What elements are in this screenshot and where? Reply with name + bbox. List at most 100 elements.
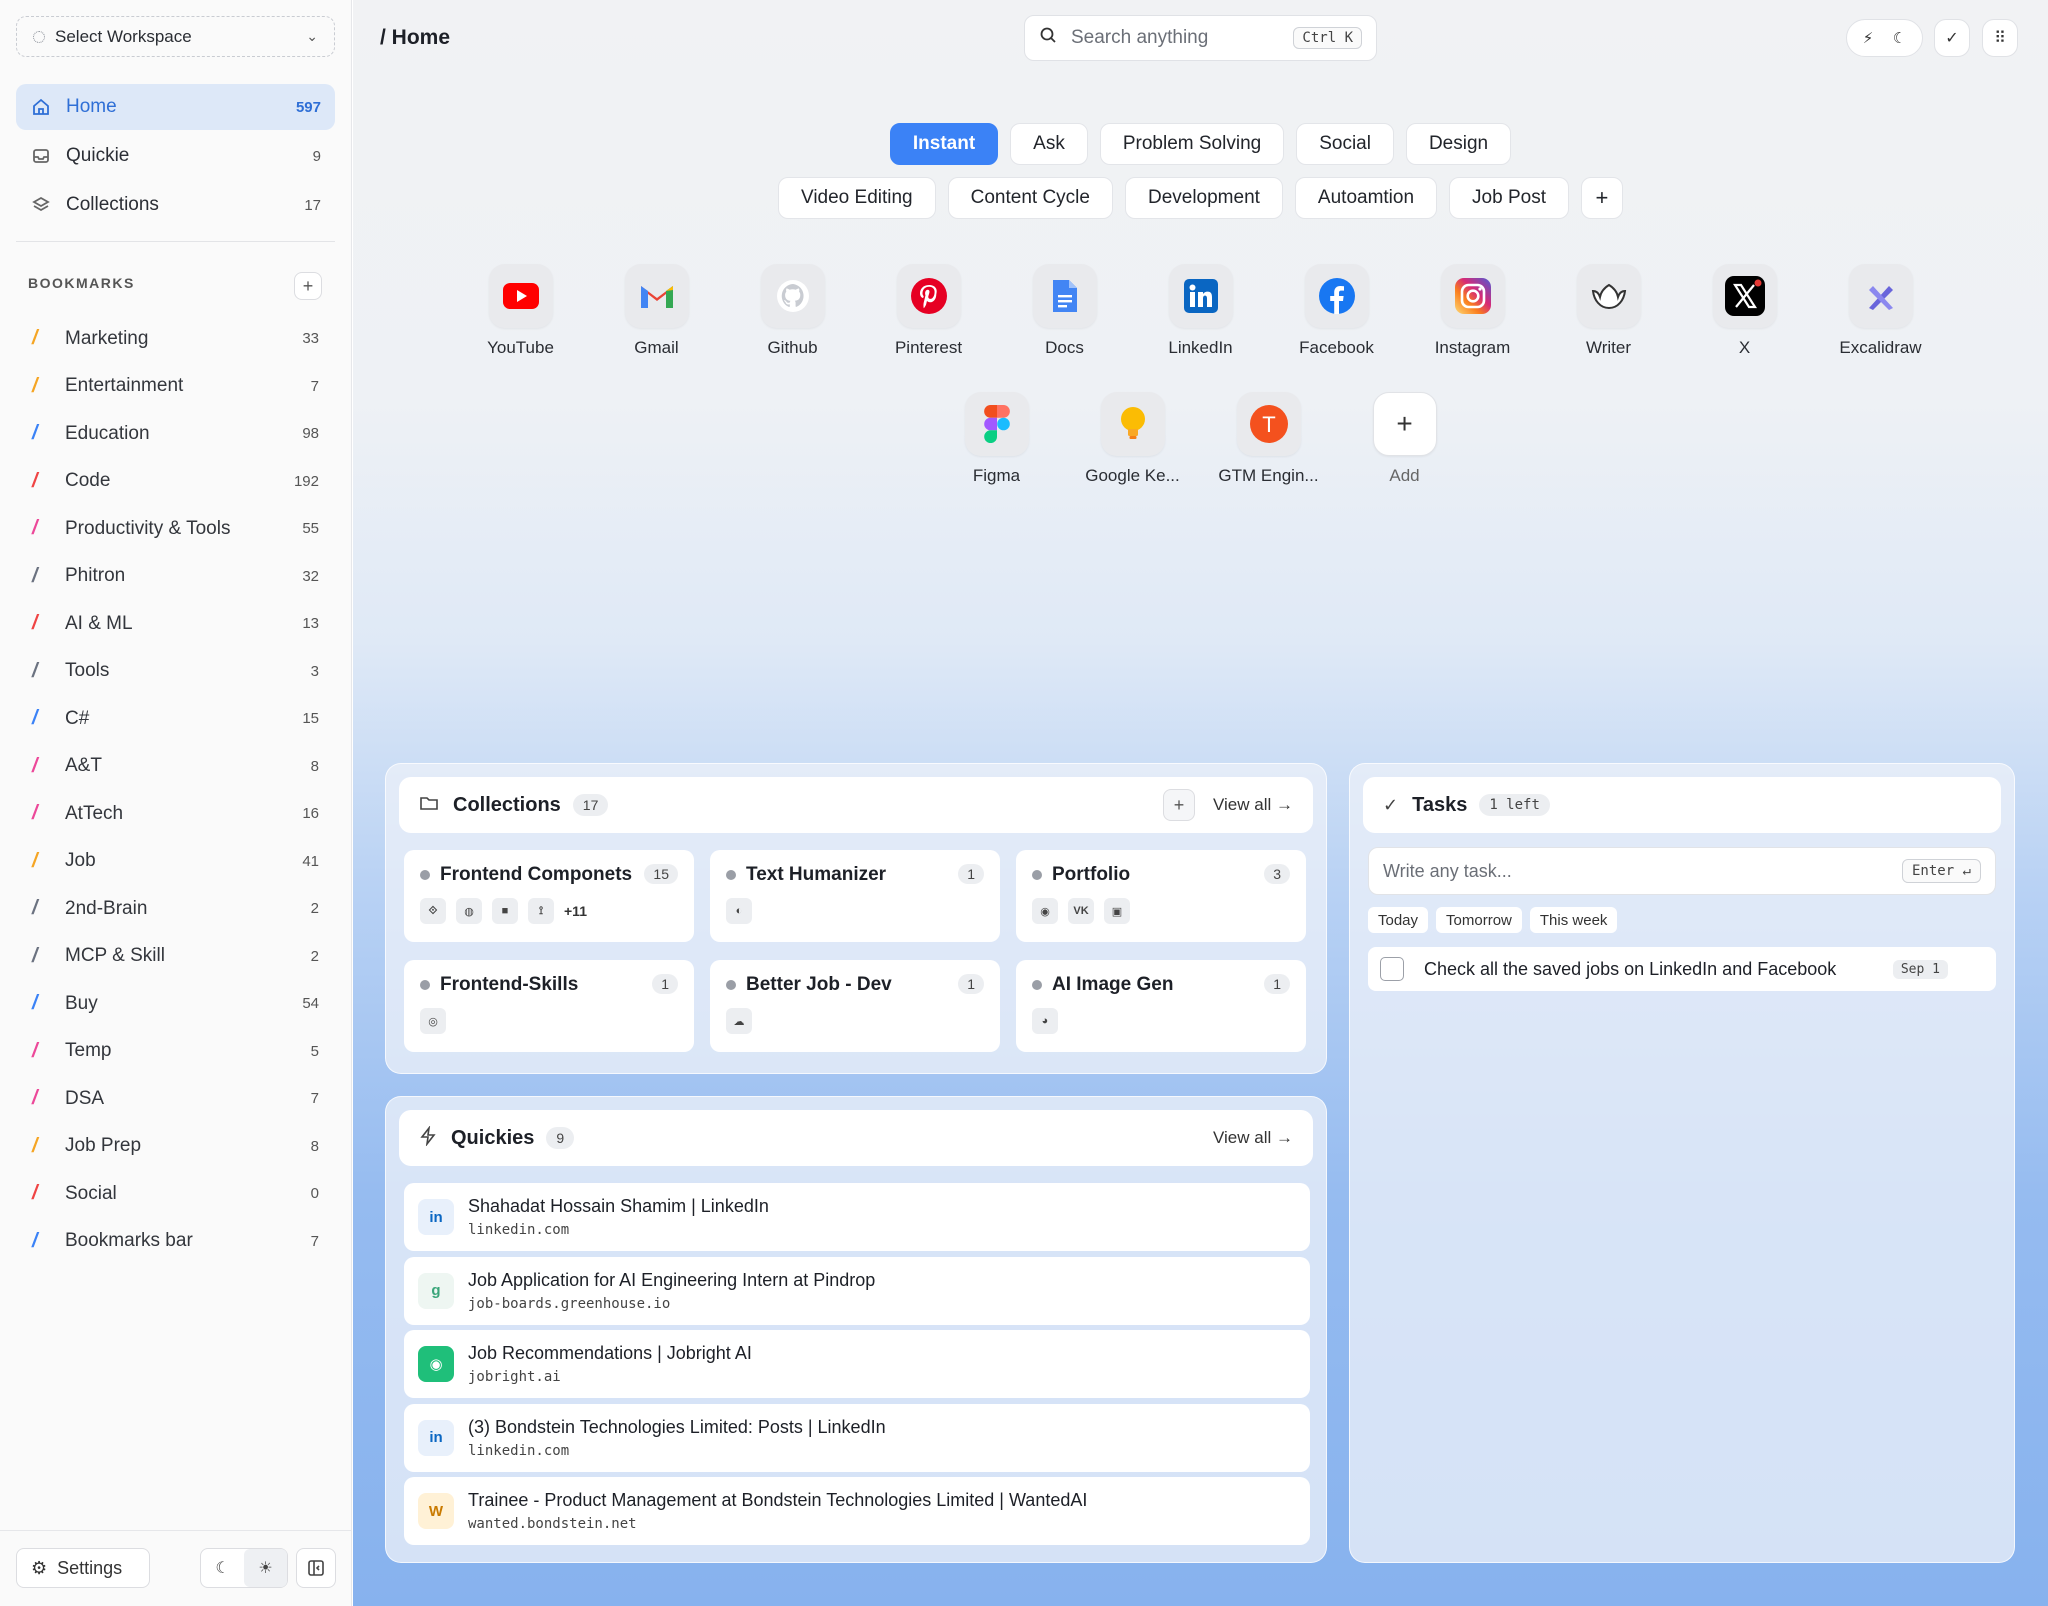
check-icon[interactable]: ✓ xyxy=(1934,19,1970,57)
task-checkbox[interactable] xyxy=(1380,957,1404,981)
settings-button[interactable]: ⚙ Settings xyxy=(16,1548,150,1588)
slash-icon: / xyxy=(32,1229,38,1252)
bookmark-item[interactable]: / DSA 7 xyxy=(16,1075,335,1123)
app-shortcut[interactable]: X xyxy=(1677,264,1813,358)
bookmark-item[interactable]: / Code 192 xyxy=(16,458,335,506)
app-shortcut[interactable]: T GTM Engin... xyxy=(1201,392,1337,486)
sun-icon[interactable]: ☀ xyxy=(244,1549,287,1587)
tab-development[interactable]: Development xyxy=(1124,177,1283,219)
sidebar-footer: ⚙ Settings ☾ ☀ xyxy=(0,1530,352,1606)
tab-design[interactable]: Design xyxy=(1405,123,1512,165)
moon-icon[interactable]: ☾ xyxy=(1893,29,1906,47)
bookmark-item[interactable]: / MCP & Skill 2 xyxy=(16,933,335,981)
nav-collections[interactable]: Collections 17 xyxy=(16,182,335,228)
bookmark-count: 2 xyxy=(310,900,319,918)
quickie-item[interactable]: in (3) Bondstein Technologies Limited: Po… xyxy=(404,1403,1310,1472)
bookmark-item[interactable]: / Temp 5 xyxy=(16,1028,335,1076)
quickie-item[interactable]: W Trainee - Product Management at Bondste… xyxy=(404,1477,1310,1545)
quickies-header: Quickies 9 View all → xyxy=(399,1110,1313,1166)
bookmark-item[interactable]: / C# 15 xyxy=(16,695,335,743)
nav-home[interactable]: Home 597 xyxy=(16,84,335,130)
bookmark-label: Education xyxy=(65,422,150,444)
app-shortcut[interactable]: Docs xyxy=(997,264,1133,358)
tab-ask[interactable]: Ask xyxy=(1010,123,1088,165)
collection-card[interactable]: Frontend Componets 15 ⟐ ◍ ■ ⟟ +11 xyxy=(404,850,694,942)
app-shortcut[interactable]: Gmail xyxy=(589,264,725,358)
bookmark-item[interactable]: / Phitron 32 xyxy=(16,553,335,601)
add-bookmark-folder-button[interactable]: + xyxy=(294,272,322,300)
bookmark-label: DSA xyxy=(65,1087,105,1109)
task-chip-today[interactable]: Today xyxy=(1368,907,1429,933)
app-shortcut[interactable]: YouTube xyxy=(453,264,589,358)
add-app-button[interactable]: + Add xyxy=(1337,392,1473,486)
slash-icon: / xyxy=(32,612,38,635)
quickies-view-all-link[interactable]: View all → xyxy=(1213,1128,1293,1148)
app-shortcut[interactable]: LinkedIn xyxy=(1133,264,1269,358)
quickie-item[interactable]: in Shahadat Hossain Shamim | LinkedIn link… xyxy=(404,1183,1310,1251)
bookmark-item[interactable]: / Bookmarks bar 7 xyxy=(16,1218,335,1266)
collections-view-all-link[interactable]: View all → xyxy=(1213,795,1293,815)
bookmark-count: 13 xyxy=(302,615,319,633)
collection-card[interactable]: Text Humanizer 1 ◐ xyxy=(710,850,1000,942)
pinterest-icon xyxy=(896,264,961,328)
app-shortcut[interactable]: Pinterest xyxy=(861,264,997,358)
task-input[interactable]: Write any task... Enter ↵ xyxy=(1368,847,1996,895)
app-shortcut[interactable]: Google Ke... xyxy=(1065,392,1201,486)
collection-card[interactable]: Portfolio 3 ◉ VK ▣ xyxy=(1016,850,1306,942)
lightning-icon[interactable]: ⚡︎ xyxy=(1863,29,1874,47)
tab-video-editing[interactable]: Video Editing xyxy=(778,177,936,219)
sidebar-collapse-icon[interactable] xyxy=(296,1548,336,1588)
bookmark-item[interactable]: / Productivity & Tools 55 xyxy=(16,505,335,553)
tab-job-post[interactable]: Job Post xyxy=(1449,177,1569,219)
nav-quickie[interactable]: Quickie 9 xyxy=(16,133,335,179)
bookmark-item[interactable]: / A&T 8 xyxy=(16,743,335,791)
tab-problem-solving[interactable]: Problem Solving xyxy=(1099,123,1285,165)
app-shortcut[interactable]: Excalidraw xyxy=(1813,264,1949,358)
bookmark-item[interactable]: / AtTech 16 xyxy=(16,790,335,838)
bookmark-item[interactable]: / Job 41 xyxy=(16,838,335,886)
bookmark-item[interactable]: / Marketing 33 xyxy=(16,315,335,363)
collection-icons: ⟐ ◍ ■ ⟟ +11 xyxy=(420,898,678,924)
moon-icon[interactable]: ☾ xyxy=(201,1549,244,1587)
tab-content-cycle[interactable]: Content Cycle xyxy=(947,177,1113,219)
quickie-item[interactable]: ◉ Job Recommendations | Jobright AI jobrig… xyxy=(404,1330,1310,1398)
bookmark-count: 41 xyxy=(302,852,319,870)
bookmark-item[interactable]: / Entertainment 7 xyxy=(16,363,335,411)
app-shortcut[interactable]: Writer xyxy=(1541,264,1677,358)
app-label: Gmail xyxy=(634,338,679,357)
quickie-item[interactable]: g Job Application for AI Engineering Inte… xyxy=(404,1256,1310,1325)
task-date-chips: Today Tomorrow This week xyxy=(1368,907,1618,933)
collection-card[interactable]: Frontend-Skills 1 ◎ xyxy=(404,960,694,1052)
add-tab-button[interactable]: + xyxy=(1580,177,1623,219)
bookmark-item[interactable]: / Education 98 xyxy=(16,410,335,458)
bookmark-item[interactable]: / Social 0 xyxy=(16,1170,335,1218)
theme-toggle-group: ☾ ☀ xyxy=(200,1548,288,1588)
search-bar[interactable]: Search anything Ctrl K xyxy=(1024,15,1377,61)
tab-autoamtion[interactable]: Autoamtion xyxy=(1294,177,1438,219)
collection-name: Portfolio xyxy=(1052,864,1131,885)
grid-dots-icon[interactable]: ⠿ xyxy=(1982,19,2018,57)
task-chip-this-week[interactable]: This week xyxy=(1529,907,1618,933)
app-shortcut[interactable]: Instagram xyxy=(1405,264,1541,358)
tab-social[interactable]: Social xyxy=(1296,123,1394,165)
app-shortcut[interactable]: Figma xyxy=(929,392,1065,486)
app-shortcut[interactable]: Facebook xyxy=(1269,264,1405,358)
bookmark-item[interactable]: / Buy 54 xyxy=(16,980,335,1028)
bookmark-item[interactable]: / Tools 3 xyxy=(16,648,335,696)
bookmark-label: 2nd-Brain xyxy=(65,897,148,919)
add-collection-button[interactable]: + xyxy=(1162,789,1195,821)
collection-card[interactable]: Better Job - Dev 1 ☁ xyxy=(710,960,1000,1052)
bookmark-item[interactable]: / Job Prep 8 xyxy=(16,1123,335,1171)
task-chip-tomorrow[interactable]: Tomorrow xyxy=(1436,907,1522,933)
skill-icon: ◎ xyxy=(420,1008,446,1034)
main-area: / Home Search anything Ctrl K ⚡︎ ☾ ✓ ⠿ I… xyxy=(353,0,2048,1606)
bookmark-item[interactable]: / 2nd-Brain 2 xyxy=(16,885,335,933)
quickie-url: wanted.bondstein.net xyxy=(468,1516,637,1532)
workspace-selector[interactable]: Select Workspace ⌄ xyxy=(16,16,335,57)
bookmark-label: C# xyxy=(65,707,90,729)
bookmark-item[interactable]: / AI & ML 13 xyxy=(16,600,335,648)
app-label: Excalidraw xyxy=(1839,338,1922,357)
collection-card[interactable]: AI Image Gen 1 ◕ xyxy=(1016,960,1306,1052)
app-shortcut[interactable]: Github xyxy=(725,264,861,358)
tab-instant[interactable]: Instant xyxy=(889,123,999,165)
